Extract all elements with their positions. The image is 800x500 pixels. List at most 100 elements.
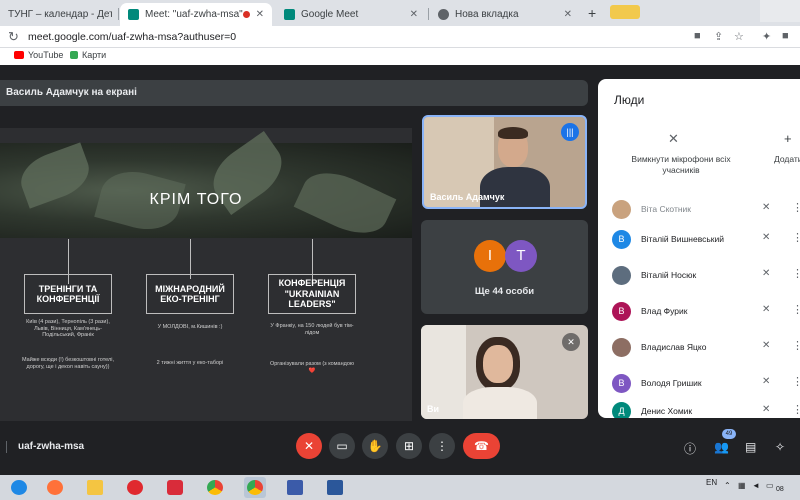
- mic-off-icon[interactable]: ✕: [762, 268, 770, 279]
- more-options-icon[interactable]: ⋮: [792, 201, 800, 214]
- more-options-icon[interactable]: ⋮: [792, 403, 800, 416]
- camera-toggle-button[interactable]: ▭: [329, 433, 355, 459]
- taskbar-chrome-active[interactable]: [244, 477, 266, 498]
- participant-tile-self[interactable]: ✕ Ви: [421, 325, 588, 419]
- mic-off-icon[interactable]: ✕: [762, 376, 770, 387]
- slide-title: КРІМ ТОГО: [149, 191, 243, 208]
- participant-row[interactable]: В Влад Фурик ✕ ⋮: [598, 301, 800, 323]
- raise-hand-button[interactable]: ✋: [362, 433, 388, 459]
- avatar: І: [474, 240, 506, 272]
- participant-row[interactable]: Д Денис Хомик ✕ ⋮: [598, 401, 800, 418]
- mic-off-icon[interactable]: ✕: [762, 340, 770, 351]
- mic-toggle-button[interactable]: ✕: [296, 433, 322, 459]
- leave-call-button[interactable]: ☎: [463, 433, 500, 459]
- slide-note: Організували разом (з командою ❤️: [269, 361, 355, 374]
- more-options-button[interactable]: ⋮: [429, 433, 455, 459]
- language-indicator[interactable]: EN: [706, 478, 717, 487]
- bookmark-maps[interactable]: Карти: [70, 50, 106, 60]
- folder-icon: [87, 480, 103, 495]
- tab-new[interactable]: Нова вкладка ✕: [430, 3, 580, 26]
- slide-leaves-banner: КРІМ ТОГО: [0, 131, 412, 245]
- close-icon[interactable]: ✕: [558, 9, 572, 20]
- tab-calendar[interactable]: ТУНГ – календар - Деталі по ✕: [0, 3, 112, 26]
- taskbar-explorer[interactable]: [84, 477, 106, 498]
- tab-title: ТУНГ – календар - Деталі по: [8, 9, 112, 20]
- avatar: В: [612, 230, 631, 249]
- tab-google-meet[interactable]: Google Meet ✕: [276, 3, 426, 26]
- share-icon[interactable]: ⇪: [714, 30, 723, 43]
- url-input[interactable]: meet.google.com/uaf-zwha-msa?authuser=0: [28, 31, 236, 43]
- mic-off-icon[interactable]: ✕: [762, 304, 770, 315]
- more-options-icon[interactable]: ⋮: [792, 303, 800, 316]
- mic-off-icon[interactable]: ✕: [762, 404, 770, 415]
- presenter-label: Василь Адамчук на екрані: [6, 87, 137, 98]
- slide-desc: У Франкіу, на 150 людей був тім-лідом: [270, 323, 354, 336]
- chat-icon[interactable]: ▤: [745, 440, 756, 454]
- more-options-icon[interactable]: ⋮: [792, 375, 800, 388]
- extensions-icon[interactable]: ✦: [762, 30, 771, 43]
- info-icon[interactable]: ⓘ: [684, 440, 696, 457]
- mic-off-icon[interactable]: ✕: [762, 232, 770, 243]
- participant-row[interactable]: Віта Скотник ✕ ⋮: [598, 199, 800, 221]
- meeting-controls: uaf-zwha-msa ✕ ▭ ✋ ⊞ ⋮ ☎ ⓘ 👥 49 ▤ ✧: [0, 421, 800, 475]
- people-count-badge: 49: [722, 429, 736, 439]
- present-button[interactable]: ⊞: [396, 433, 422, 459]
- extension-badge[interactable]: [610, 5, 640, 19]
- taskbar-edge[interactable]: [8, 477, 30, 498]
- taskbar-chrome[interactable]: [204, 477, 226, 498]
- maps-icon: [70, 51, 78, 59]
- add-people-button[interactable]: Додати людей: [774, 154, 800, 165]
- close-icon[interactable]: ✕: [250, 9, 264, 20]
- slide-box-eco-training: МІЖНАРОДНИЙ ЕКО-ТРЕНІНГ: [146, 274, 234, 314]
- address-bar: ↻ meet.google.com/uaf-zwha-msa?authuser=…: [0, 26, 800, 48]
- more-options-icon[interactable]: ⋮: [792, 339, 800, 352]
- camera-icon[interactable]: ■: [694, 30, 701, 42]
- speaking-icon: |||: [561, 123, 579, 141]
- close-icon[interactable]: ✕: [404, 9, 418, 20]
- slide-box-conference: КОНФЕРЕНЦІЯ "UKRAINIAN LEADERS": [268, 274, 356, 314]
- vivaldi-icon: [167, 480, 183, 495]
- participant-row[interactable]: Віталій Носюк ✕ ⋮: [598, 265, 800, 287]
- activities-icon[interactable]: ✧: [775, 440, 785, 454]
- participant-tile-more[interactable]: І Т Ще 44 особи: [421, 220, 588, 314]
- taskbar-opera[interactable]: [124, 477, 146, 498]
- youtube-icon: [14, 51, 24, 59]
- more-options-icon[interactable]: ⋮: [792, 267, 800, 280]
- taskbar-save[interactable]: [284, 477, 306, 498]
- tab-meet-active[interactable]: Meet: "uaf-zwha-msa" ✕: [120, 3, 272, 26]
- star-icon[interactable]: ☆: [734, 30, 744, 43]
- reload-icon[interactable]: ↻: [8, 29, 19, 45]
- new-tab-button[interactable]: +: [588, 5, 596, 21]
- clock[interactable]: 08: [776, 486, 784, 493]
- participant-row[interactable]: В Віталій Вишневський ✕ ⋮: [598, 229, 800, 251]
- participant-name: Віта Скотник: [641, 204, 691, 214]
- mute-all-button[interactable]: Вимкнути мікрофони всіх учасників: [616, 154, 746, 176]
- more-options-icon[interactable]: ⋮: [792, 231, 800, 244]
- tab-title: Meet: "uaf-zwha-msa": [145, 9, 243, 20]
- avatar: [612, 266, 631, 285]
- taskbar: EN ⌃ ▦ ◄ ▭ 08: [0, 475, 800, 500]
- meet-area: Василь Адамчук на екрані КРІМ ТОГО ТРЕНІ…: [0, 65, 800, 475]
- taskbar-vivaldi[interactable]: [164, 477, 186, 498]
- add-person-icon[interactable]: +: [784, 131, 792, 146]
- taskbar-word[interactable]: [324, 477, 346, 498]
- bookmark-youtube[interactable]: YouTube: [14, 50, 63, 60]
- network-icon[interactable]: ▦: [738, 481, 746, 490]
- tray-up-icon[interactable]: ⌃: [724, 481, 731, 490]
- people-icon[interactable]: 👥: [714, 440, 729, 454]
- avatar: Д: [612, 402, 631, 418]
- keyboard-icon[interactable]: ▭: [766, 481, 774, 490]
- avatar: [612, 338, 631, 357]
- window-controls[interactable]: [760, 0, 800, 22]
- taskbar-firefox[interactable]: [44, 477, 66, 498]
- volume-icon[interactable]: ◄: [752, 481, 760, 490]
- participant-row[interactable]: Владислав Яцко ✕ ⋮: [598, 337, 800, 359]
- tile-participant-name: Ви: [427, 404, 440, 414]
- tab-title: Google Meet: [301, 9, 359, 20]
- participant-row[interactable]: В Володя Гришик ✕ ⋮: [598, 373, 800, 395]
- mic-off-icon[interactable]: ✕: [762, 202, 770, 213]
- profile-icon[interactable]: ■: [782, 30, 789, 42]
- presenter-bar: Василь Адамчук на екрані: [0, 80, 588, 106]
- participant-tile-speaker[interactable]: ||| Василь Адамчук: [422, 115, 587, 209]
- mic-off-icon[interactable]: ✕: [668, 131, 679, 147]
